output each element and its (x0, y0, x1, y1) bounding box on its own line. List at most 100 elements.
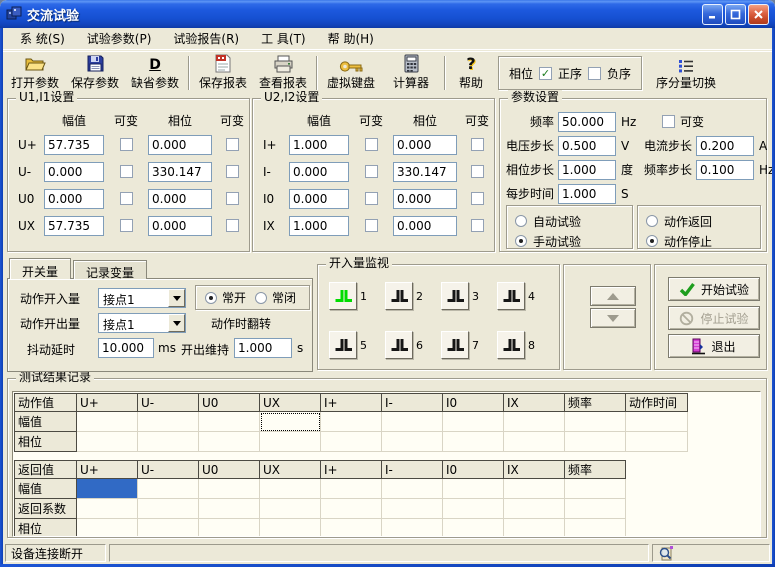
result-cell[interactable] (138, 432, 199, 452)
action-input-combo[interactable]: 接点1 (98, 288, 186, 308)
save-report-button[interactable]: 保存报表 (193, 53, 253, 93)
i-minus-phase-var-checkbox[interactable] (471, 165, 484, 178)
freq-var-checkbox[interactable] (662, 115, 675, 128)
result-cell[interactable] (199, 479, 260, 499)
maximize-button[interactable] (725, 4, 746, 25)
result-cell[interactable] (260, 432, 321, 452)
i-plus-amp-input[interactable] (289, 135, 349, 155)
menu-help[interactable]: 帮 助(H) (319, 28, 383, 49)
result-cell[interactable] (77, 432, 138, 452)
u-zero-phase-input[interactable] (148, 189, 212, 209)
start-test-button[interactable]: 开始试验 (668, 277, 760, 301)
u-plus-phase-var-checkbox[interactable] (226, 138, 239, 151)
result-cell[interactable] (382, 479, 443, 499)
step-time-input[interactable] (558, 184, 616, 204)
u-minus-phase-var-checkbox[interactable] (226, 165, 239, 178)
result-cell[interactable] (321, 432, 382, 452)
result-cell[interactable] (321, 519, 382, 538)
u-x-amp-input[interactable] (44, 216, 104, 236)
down-arrow-button[interactable] (590, 308, 636, 328)
u-minus-phase-input[interactable] (148, 162, 212, 182)
u-plus-amp-input[interactable] (44, 135, 104, 155)
result-cell[interactable] (565, 519, 626, 538)
chevron-down-icon[interactable] (168, 289, 185, 307)
close-button[interactable] (748, 4, 769, 25)
result-cell[interactable] (382, 432, 443, 452)
result-cell[interactable] (443, 479, 504, 499)
result-cell[interactable] (504, 519, 565, 538)
i-zero-phase-var-checkbox[interactable] (471, 192, 484, 205)
result-cell[interactable] (443, 432, 504, 452)
contact-indicator-3[interactable] (441, 282, 469, 310)
i-plus-phase-input[interactable] (393, 135, 457, 155)
open-params-button[interactable]: 打开参数 (5, 53, 65, 93)
result-cell[interactable] (138, 519, 199, 538)
result-cell[interactable] (260, 479, 321, 499)
result-cell[interactable] (382, 519, 443, 538)
result-cell[interactable] (199, 499, 260, 519)
jitter-delay-input[interactable] (98, 338, 154, 358)
freq-step-input[interactable] (696, 160, 754, 180)
save-params-button[interactable]: 保存参数 (65, 53, 125, 93)
result-cell[interactable] (77, 499, 138, 519)
menu-test-params[interactable]: 试验参数(P) (78, 28, 161, 49)
result-cell[interactable] (138, 412, 199, 432)
result-cell[interactable] (77, 519, 138, 538)
menu-system[interactable]: 系 统(S) (11, 28, 74, 49)
i-x-amp-input[interactable] (289, 216, 349, 236)
manual-test-radio[interactable] (515, 235, 527, 247)
result-cell[interactable] (199, 432, 260, 452)
action-output-combo[interactable]: 接点1 (98, 313, 186, 333)
i-minus-amp-input[interactable] (289, 162, 349, 182)
contact-indicator-7[interactable] (441, 331, 469, 359)
up-arrow-button[interactable] (590, 286, 636, 306)
result-cell[interactable] (382, 499, 443, 519)
result-cell[interactable] (321, 412, 382, 432)
output-hold-input[interactable] (234, 338, 292, 358)
action-return-radio[interactable] (646, 215, 658, 227)
result-cell-focused[interactable] (260, 412, 321, 432)
u-x-phase-input[interactable] (148, 216, 212, 236)
result-cell[interactable] (626, 432, 688, 452)
result-cell[interactable] (77, 412, 138, 432)
u-zero-amp-var-checkbox[interactable] (120, 192, 133, 205)
result-cell[interactable] (443, 412, 504, 432)
contact-indicator-4[interactable] (497, 282, 525, 310)
result-cell[interactable] (565, 412, 626, 432)
tab-switch-quantity[interactable]: 开关量 (9, 258, 71, 279)
result-cell[interactable] (260, 519, 321, 538)
u-plus-phase-input[interactable] (148, 135, 212, 155)
contact-indicator-8[interactable] (497, 331, 525, 359)
i-plus-amp-var-checkbox[interactable] (365, 138, 378, 151)
u-plus-amp-var-checkbox[interactable] (120, 138, 133, 151)
i-x-phase-input[interactable] (393, 216, 457, 236)
result-cell[interactable] (565, 479, 626, 499)
normally-closed-radio[interactable] (255, 292, 267, 304)
result-cell-selected[interactable] (77, 479, 138, 499)
result-cell[interactable] (504, 432, 565, 452)
positive-seq-checkbox[interactable]: ✓ (539, 67, 552, 80)
result-cell[interactable] (260, 499, 321, 519)
contact-indicator-6[interactable] (385, 331, 413, 359)
tab-record-variable[interactable]: 记录变量 (73, 260, 147, 279)
result-cell[interactable] (504, 479, 565, 499)
volt-step-input[interactable] (558, 136, 616, 156)
u-minus-amp-input[interactable] (44, 162, 104, 182)
u-x-amp-var-checkbox[interactable] (120, 219, 133, 232)
auto-test-radio[interactable] (515, 215, 527, 227)
result-cell[interactable] (626, 412, 688, 432)
negative-seq-checkbox[interactable] (588, 67, 601, 80)
i-plus-phase-var-checkbox[interactable] (471, 138, 484, 151)
exit-button[interactable]: 退出 (668, 334, 760, 358)
u-minus-amp-var-checkbox[interactable] (120, 165, 133, 178)
freq-input[interactable] (558, 112, 616, 132)
result-cell[interactable] (138, 479, 199, 499)
result-cell[interactable] (504, 412, 565, 432)
u-x-phase-var-checkbox[interactable] (226, 219, 239, 232)
contact-indicator-5[interactable] (329, 331, 357, 359)
calculator-button[interactable]: 计算器 (381, 53, 441, 93)
normally-open-radio[interactable] (205, 292, 217, 304)
phase-step-input[interactable] (558, 160, 616, 180)
result-cell[interactable] (565, 432, 626, 452)
i-zero-phase-input[interactable] (393, 189, 457, 209)
